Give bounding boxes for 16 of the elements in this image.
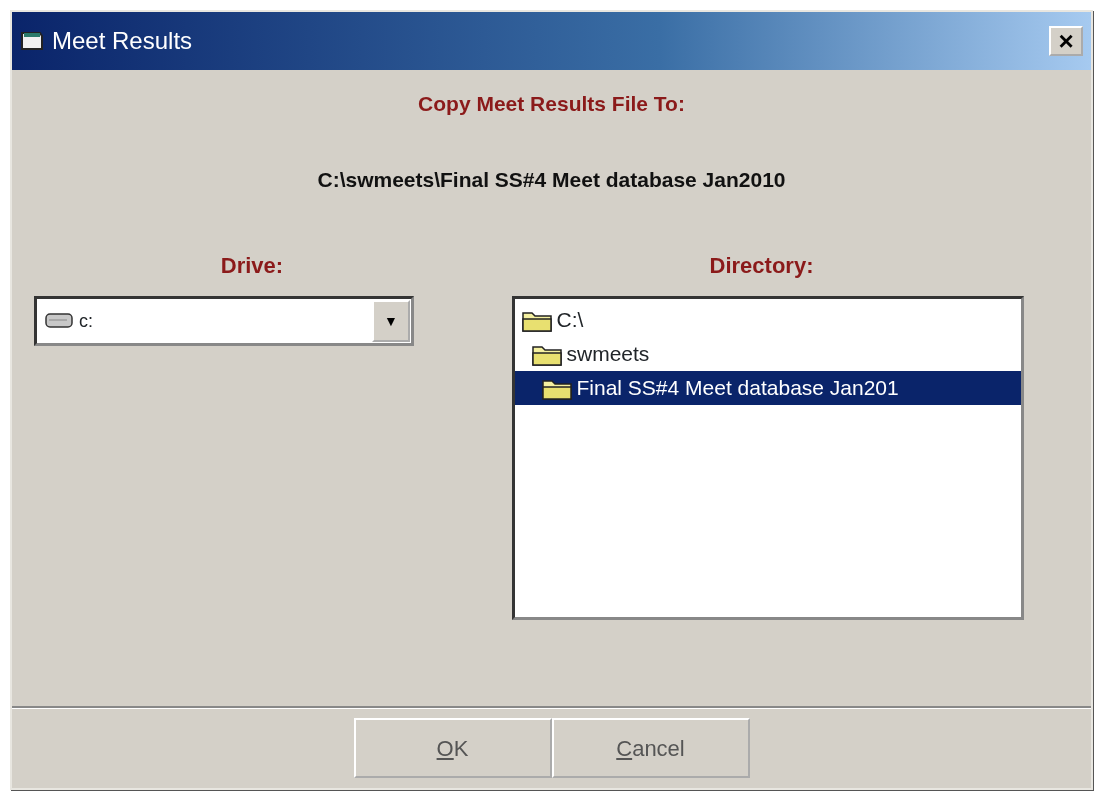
heading: Copy Meet Results File To: xyxy=(418,91,685,117)
directory-item[interactable]: swmeets xyxy=(514,337,1021,371)
drive-value: c: xyxy=(79,309,94,333)
close-button[interactable]: × xyxy=(1049,26,1083,56)
window-title: Meet Results xyxy=(52,26,193,56)
dialog-button[interactable]: Cancel xyxy=(551,718,750,778)
drive-icon xyxy=(45,311,75,331)
window-icon xyxy=(20,30,46,52)
dialog-button[interactable]: OK xyxy=(353,718,552,778)
drive-dropdown[interactable]: c: ▼ xyxy=(34,296,414,346)
directory-label: Directory: xyxy=(709,252,814,280)
file-path: C:\swmeets\Final SS#4 Meet database Jan2010 xyxy=(317,166,786,193)
directory-item[interactable]: C:\ xyxy=(514,303,1021,337)
dropdown-button[interactable]: ▼ xyxy=(372,300,410,342)
directory-item[interactable]: Final SS#4 Meet database Jan201 xyxy=(514,371,1021,405)
drive-label: Drive: xyxy=(220,252,284,280)
